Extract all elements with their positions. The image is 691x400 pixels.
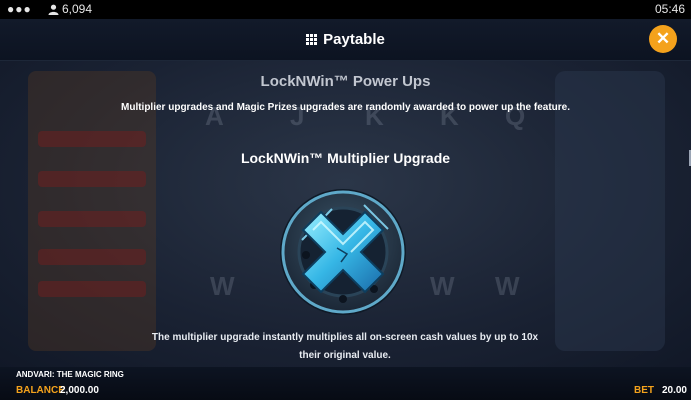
header-title: Paytable (0, 19, 691, 60)
clock: 05:46 (654, 2, 685, 16)
close-icon: ✕ (655, 29, 671, 48)
close-button[interactable]: ✕ (649, 25, 677, 53)
paytable-header: Paytable ✕ (0, 19, 691, 61)
user-count: 6,094 (48, 0, 92, 19)
section-title: LockNWin™ Power Ups (260, 73, 431, 90)
section-description: Multiplier upgrades and Magic Prizes upg… (121, 102, 570, 113)
paytable-content: LockNWin™ Power Ups Multiplier upgrades … (0, 61, 691, 367)
bet-value: 20.00 (661, 385, 687, 396)
balance-label: BALANCE (16, 385, 65, 396)
status-bar: ●●● 6,094 05:46 (0, 0, 691, 19)
balance-value: 2,000.00 (60, 385, 99, 396)
multiplier-x-emblem (280, 189, 406, 315)
feature-title: LockNWin™ Multiplier Upgrade (240, 150, 451, 166)
game-name: ANDVARI: THE MAGIC RING (16, 370, 124, 379)
user-icon (48, 4, 59, 15)
footer-bar: ANDVARI: THE MAGIC RING BALANCE 2,000.00… (0, 367, 691, 400)
dots-icon[interactable]: ●●● (7, 0, 32, 19)
page-title: Paytable (323, 31, 385, 48)
grid-icon (306, 34, 318, 45)
feature-description: The multiplier upgrade instantly multipl… (151, 332, 539, 361)
user-count-value: 6,094 (62, 2, 93, 16)
bet-label: BET (634, 385, 654, 396)
